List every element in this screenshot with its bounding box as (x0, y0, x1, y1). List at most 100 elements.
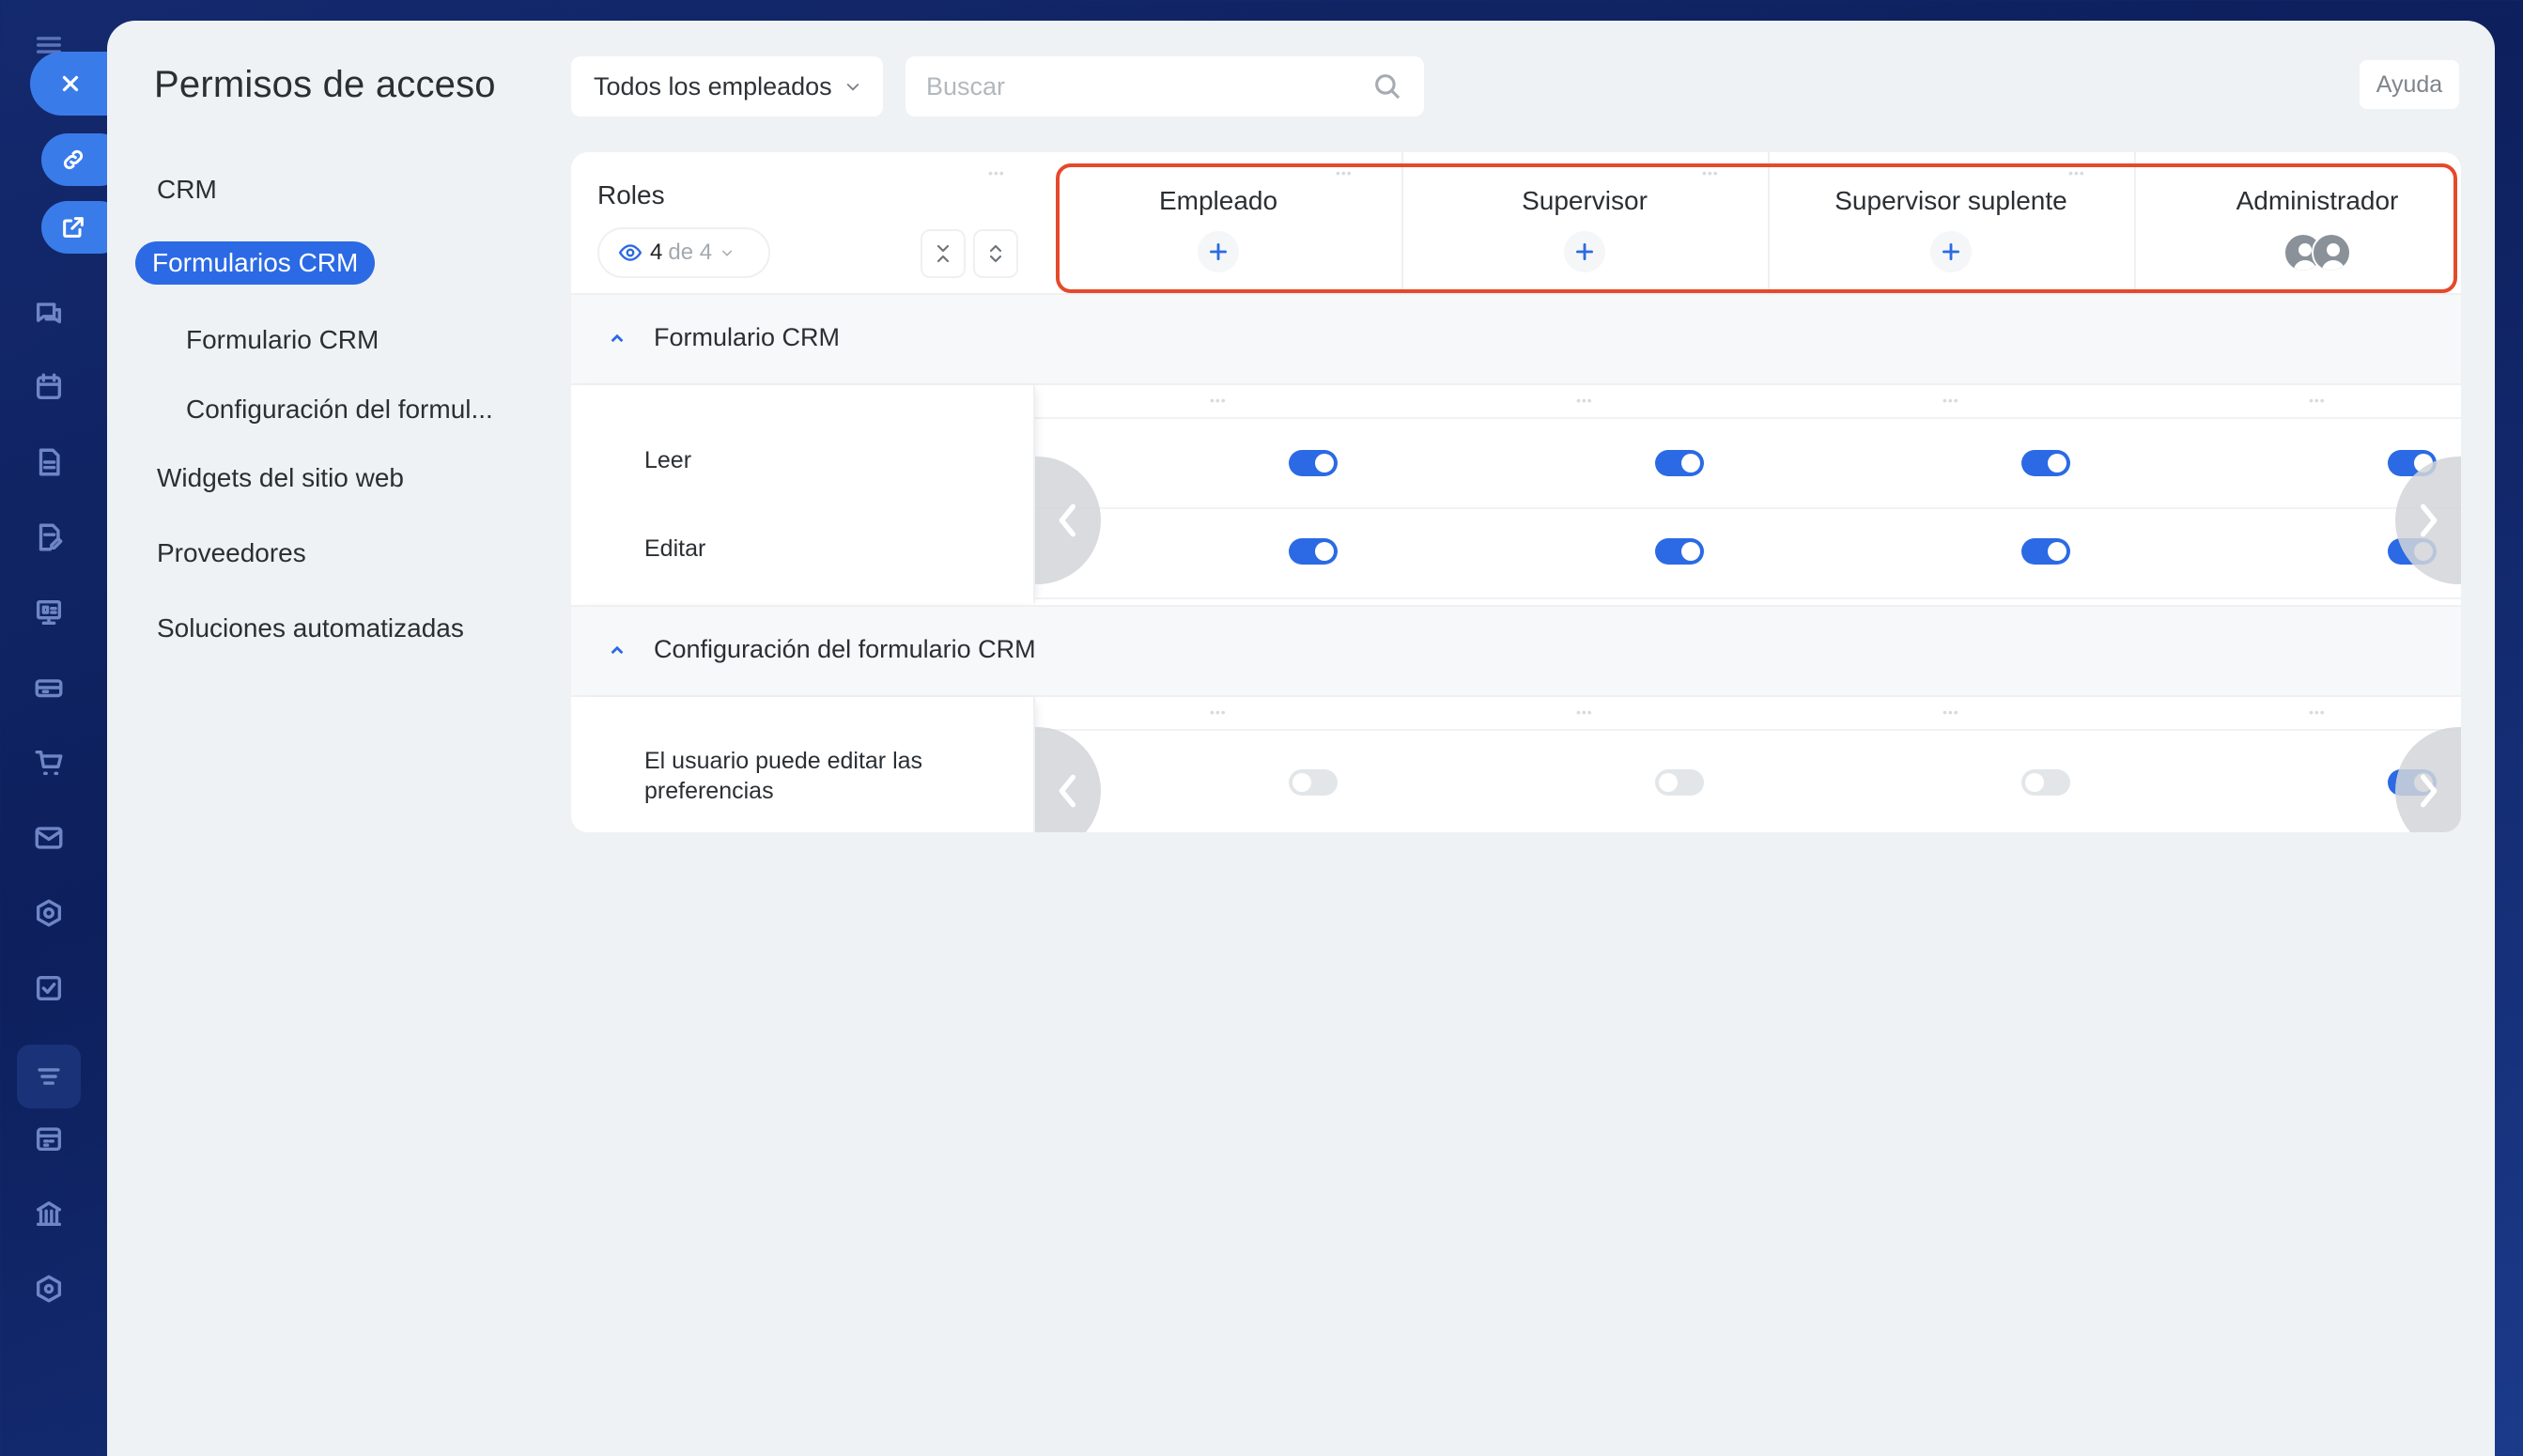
expand-all-button[interactable] (973, 229, 1018, 278)
column-menu-dots[interactable]: ••• (988, 165, 1005, 180)
employees-filter-dropdown[interactable]: Todos los empleados (571, 56, 883, 116)
section-header[interactable]: Configuración del formulario CRM (571, 605, 2461, 697)
role-column-employee: Empleado ••• (1035, 152, 1401, 293)
search-field[interactable] (905, 56, 1424, 116)
arrow-right-icon (2421, 774, 2438, 808)
help-button[interactable]: Ayuda (2360, 60, 2459, 109)
link-icon (63, 149, 84, 170)
section-title: Configuración del formulario CRM (654, 635, 1036, 663)
role-name: Supervisor (1522, 186, 1648, 215)
section-header[interactable]: Formulario CRM (571, 293, 2461, 385)
permission-labels-column: Leer Editar (571, 385, 1035, 603)
nav-item-automated-solutions[interactable]: Soluciones automatizadas (157, 613, 464, 643)
column-divider (1768, 152, 1770, 293)
chevron-down-icon (721, 250, 733, 256)
permission-label: Editar (644, 535, 706, 562)
add-icon (1943, 243, 1959, 260)
chevron-up-icon[interactable] (605, 327, 629, 351)
permission-toggle[interactable] (1289, 450, 1338, 476)
access-permissions-panel: Permisos de acceso Todos los empleados A… (107, 21, 2495, 1456)
column-menu-dots[interactable]: ••• (2309, 393, 2326, 408)
column-menu-dots[interactable]: ••• (1943, 393, 1959, 408)
collapse-all-icon (936, 244, 950, 263)
nav-item-website-widgets[interactable]: Widgets del sitio web (157, 463, 404, 493)
permission-toggle[interactable] (1289, 538, 1338, 565)
open-external-icon (63, 217, 84, 238)
permission-toggle[interactable] (2021, 769, 2070, 796)
role-name: Empleado (1158, 186, 1278, 215)
column-menu-dots[interactable]: ••• (2068, 165, 2085, 180)
search-icon[interactable] (1371, 70, 1403, 102)
chat-icon[interactable] (30, 295, 68, 333)
column-menu-dots[interactable]: ••• (1702, 165, 1719, 180)
close-icon (62, 75, 79, 92)
filter-icon[interactable] (17, 1045, 81, 1108)
add-member-button[interactable] (1564, 231, 1605, 272)
chevron-down-icon (846, 83, 859, 91)
column-menu-dots[interactable]: ••• (1336, 165, 1353, 180)
nav-item-crm-form-settings[interactable]: Configuración del formul... (186, 395, 493, 425)
column-divider (2134, 152, 2136, 293)
presentation-icon[interactable] (30, 594, 68, 631)
column-menu-dots[interactable]: ••• (2309, 705, 2326, 720)
total-roles-count: de 4 (668, 240, 713, 265)
mail-icon[interactable] (30, 819, 68, 857)
permission-toggle[interactable] (1655, 769, 1704, 796)
permission-toggle[interactable] (1289, 769, 1338, 796)
schedule-icon[interactable] (30, 1120, 68, 1157)
nav-item-crm-forms[interactable]: Formularios CRM (135, 241, 376, 285)
permission-toggle[interactable] (1655, 450, 1704, 476)
settings-icon[interactable] (30, 1270, 68, 1308)
document-icon[interactable] (30, 443, 68, 481)
permission-toggle[interactable] (1655, 538, 1704, 565)
role-name: Supervisor suplente (1834, 186, 2067, 215)
left-sidebar (0, 0, 143, 1456)
edit-document-icon[interactable] (30, 519, 68, 556)
role-column-administrator: Administrador (2134, 152, 2461, 293)
column-menu-dots[interactable]: ••• (1210, 393, 1227, 408)
collapse-all-button[interactable] (921, 229, 966, 278)
permission-toggle[interactable] (2021, 450, 2070, 476)
bank-icon[interactable] (30, 1195, 68, 1232)
add-icon (1576, 243, 1593, 260)
inbox-icon[interactable] (30, 669, 68, 706)
add-icon (1210, 243, 1227, 260)
column-menu-dots[interactable]: ••• (1576, 705, 1593, 720)
checkbox-icon[interactable] (30, 969, 68, 1007)
permission-label: Leer (644, 447, 692, 473)
roles-header: Roles ••• 4 de 4 (571, 152, 1035, 293)
visible-roles-count: 4 (650, 240, 663, 265)
permissions-table: Roles ••• 4 de 4 Empleado ••• Supervisor (571, 152, 2461, 832)
role-column-supervisor: Supervisor ••• (1401, 152, 1768, 293)
column-menu-dots[interactable]: ••• (1576, 393, 1593, 408)
column-menu-dots[interactable]: ••• (1943, 705, 1959, 720)
cart-icon[interactable] (30, 744, 68, 782)
visible-roles-selector[interactable]: 4 de 4 (597, 227, 770, 278)
permission-labels-column: El usuario puede editar las preferencias (571, 697, 1035, 832)
role-column-deputy-supervisor: Supervisor suplente ••• (1768, 152, 2134, 293)
permission-label: El usuario puede editar las preferencias (644, 748, 923, 804)
hexagon-icon[interactable] (30, 894, 68, 932)
nav-item-crm-form[interactable]: Formulario CRM (186, 325, 379, 355)
permission-toggle[interactable] (2021, 538, 2070, 565)
roles-label: Roles (597, 180, 665, 209)
employees-filter-label: Todos los empleados (594, 71, 832, 101)
user-group-icon (2312, 233, 2351, 272)
column-divider (1401, 152, 1403, 293)
search-input[interactable] (926, 71, 1371, 101)
chevron-up-icon[interactable] (605, 639, 629, 663)
arrow-left-icon (1059, 774, 1076, 808)
calendar-icon[interactable] (30, 368, 68, 406)
page-title: Permisos de acceso (154, 64, 496, 105)
column-menu-dots[interactable]: ••• (1210, 705, 1227, 720)
expand-all-icon (989, 244, 1002, 263)
section-title: Formulario CRM (654, 323, 841, 351)
nav-item-providers[interactable]: Proveedores (157, 538, 306, 568)
role-members-avatars[interactable] (2283, 233, 2353, 272)
nav-item-crm[interactable]: CRM (157, 175, 217, 205)
add-member-button[interactable] (1930, 231, 1972, 272)
arrow-left-icon (1059, 503, 1076, 537)
add-member-button[interactable] (1198, 231, 1239, 272)
arrow-right-icon (2421, 503, 2438, 537)
eye-icon (618, 244, 642, 261)
